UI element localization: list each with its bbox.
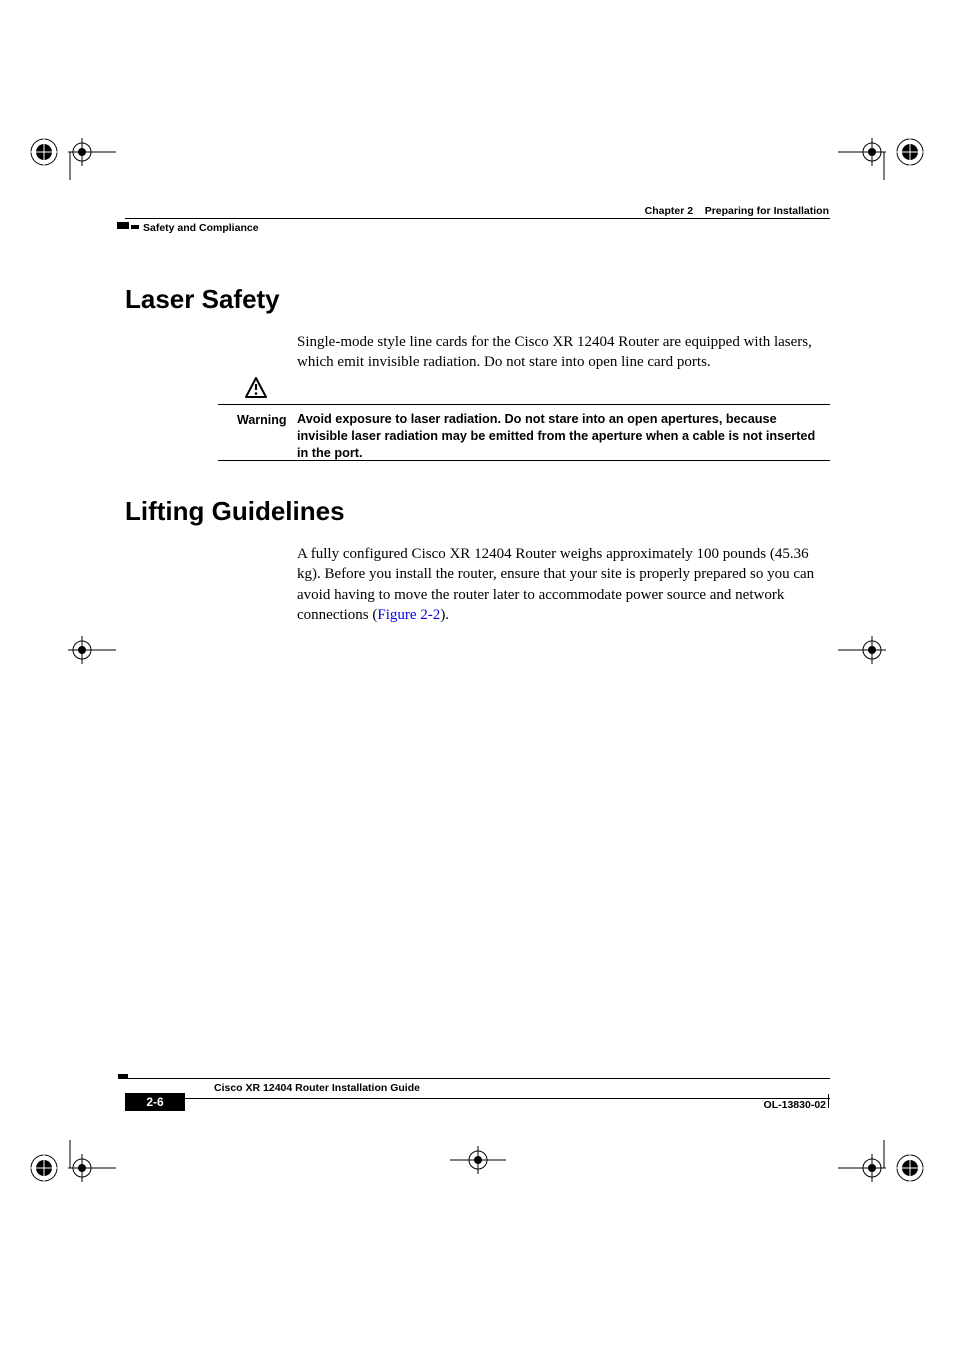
heading-laser-safety: Laser Safety (125, 284, 280, 315)
footer-right-tick (828, 1094, 829, 1108)
header-decoration-small (131, 225, 139, 229)
running-header-left: Safety and Compliance (143, 222, 259, 234)
crop-mark-top-right (838, 124, 928, 180)
heading-lifting-guidelines: Lifting Guidelines (125, 496, 345, 527)
footer-guide-title: Cisco XR 12404 Router Installation Guide (214, 1082, 420, 1094)
page-number: 2-6 (125, 1093, 185, 1111)
warning-text: Avoid exposure to laser radiation. Do no… (297, 411, 829, 461)
lifting-body-post: ). (440, 607, 449, 623)
crop-mark-top-left (26, 124, 116, 180)
crop-mark-bottom-right (838, 1140, 928, 1196)
paragraph-laser-safety: Single-mode style line cards for the Cis… (297, 332, 825, 373)
warning-label: Warning (237, 413, 287, 427)
warning-icon (245, 377, 267, 399)
header-rule (125, 218, 830, 219)
crop-mark-mid-right (838, 630, 928, 670)
lifting-body-pre: A fully configured Cisco XR 12404 Router… (297, 546, 814, 623)
header-decoration (117, 222, 129, 229)
running-header-right: Chapter 2 Preparing for Installation (645, 205, 829, 217)
chapter-label: Chapter 2 (645, 205, 693, 217)
crop-mark-mid-left (26, 630, 116, 670)
footer-rule-bottom (128, 1098, 830, 1099)
warning-rule-bottom (218, 460, 830, 461)
figure-link[interactable]: Figure 2-2 (377, 607, 440, 623)
crop-mark-bottom-center (438, 1140, 518, 1180)
footer-decoration (118, 1074, 128, 1079)
document-number: OL-13830-02 (764, 1099, 826, 1111)
crop-mark-bottom-left (26, 1140, 116, 1196)
paragraph-lifting-guidelines: A fully configured Cisco XR 12404 Router… (297, 544, 831, 625)
warning-rule-top (218, 404, 830, 405)
chapter-title: Preparing for Installation (705, 205, 829, 217)
footer-rule-top (128, 1078, 830, 1079)
